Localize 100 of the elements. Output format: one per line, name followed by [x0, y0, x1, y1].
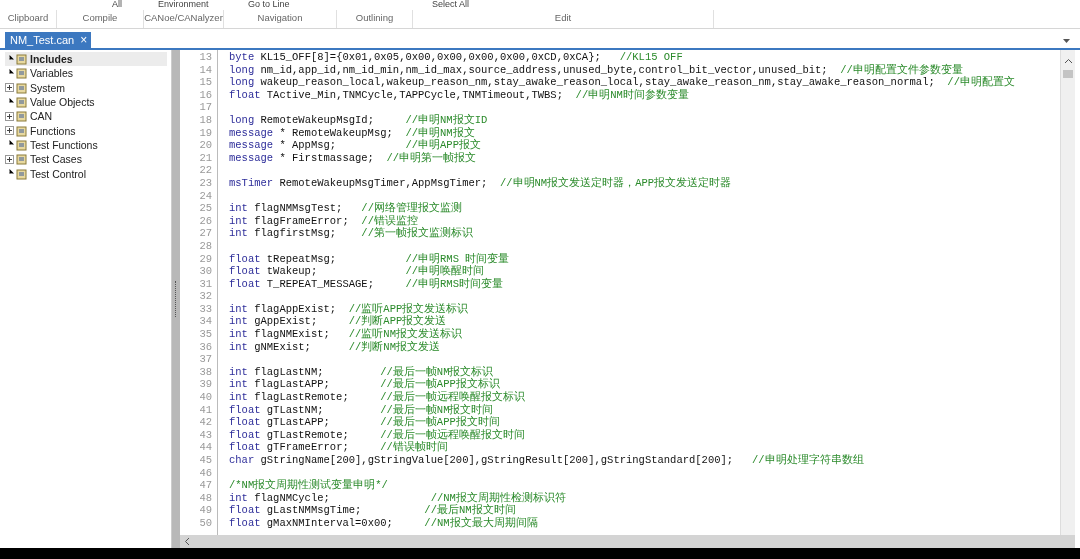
node-icon — [16, 53, 28, 66]
code-comment: //网络管理报文监测 — [361, 202, 462, 215]
code-text: flagLastRemote; — [253, 391, 350, 404]
code-keyword: float — [229, 277, 261, 290]
node-icon — [16, 110, 28, 123]
code-comment: //最后一帧APP报文标识 — [380, 378, 500, 391]
code-keyword: float — [229, 428, 261, 441]
code-keyword: float — [229, 252, 261, 265]
code-comment: //错误帧时间 — [380, 441, 448, 454]
dropdown-caret-icon[interactable] — [1063, 39, 1070, 43]
expand-icon[interactable] — [5, 126, 14, 136]
code-text: flagAppExist; — [253, 302, 338, 315]
code-comment: /*NM报文周期性测试变量申明*/ — [229, 479, 388, 492]
line-number: 15 — [198, 76, 213, 89]
tree-item[interactable]: Value Objects — [5, 94, 167, 110]
code-comment: //监听APP报文发送标识 — [348, 302, 469, 315]
line-number: 29 — [198, 252, 213, 266]
code-text: gTFrameError; — [265, 441, 350, 454]
line-number: 42 — [198, 416, 213, 429]
expand-icon[interactable] — [5, 83, 14, 93]
line-number: 35 — [198, 328, 213, 341]
code-comment: //错误监控 — [361, 214, 418, 227]
tree-item[interactable]: Test Cases — [5, 152, 167, 167]
code-comment: //判断APP报文发送 — [348, 315, 447, 328]
tree-item[interactable]: Test Control — [5, 166, 167, 181]
line-number: 25 — [198, 202, 213, 215]
node-icon — [16, 153, 28, 166]
code-text: * Firstmassage; — [278, 151, 375, 164]
tree-item[interactable]: System — [5, 80, 167, 95]
code-text: gLastNMMsgTime; — [265, 504, 363, 517]
code-keyword: message — [229, 139, 274, 152]
code-comment: //申明NM报文ID — [405, 113, 488, 126]
code-keyword: int — [229, 378, 248, 391]
code-keyword: float — [229, 88, 261, 101]
code-keyword: int — [229, 315, 248, 328]
tree-item[interactable]: Functions — [5, 123, 167, 138]
line-number: 26 — [198, 214, 213, 228]
file-tab[interactable]: NM_Test.can × — [5, 32, 92, 48]
ribbon-button[interactable]: Select All — [432, 0, 470, 9]
ribbon-group-label: CANoe/CANalyzer — [144, 10, 224, 28]
code-text: flagNMCycle; — [253, 491, 331, 504]
line-number: 44 — [198, 441, 213, 454]
close-icon[interactable]: × — [80, 34, 88, 46]
splitter-handle[interactable] — [172, 50, 180, 548]
code-comment: //最后NM报文时间 — [424, 504, 516, 517]
code-text: flagNMMsgTest; — [253, 202, 344, 215]
code-comment: //申明第一帧报文 — [386, 151, 477, 164]
code-text: gTLastAPP; — [265, 416, 331, 429]
code-text: gAppExist; — [253, 315, 319, 328]
line-number: 49 — [198, 504, 213, 517]
code-keyword: float — [229, 403, 261, 416]
node-icon — [16, 96, 28, 109]
code-keyword: float — [229, 516, 261, 529]
code-keyword: message — [229, 126, 274, 139]
line-number: 32 — [198, 290, 213, 303]
vertical-scrollbar[interactable] — [1060, 50, 1075, 535]
scroll-up-icon[interactable] — [1063, 58, 1073, 64]
expand-icon[interactable] — [5, 154, 14, 164]
tree-item[interactable]: Variables — [5, 66, 167, 81]
ribbon-group-label: Edit — [413, 10, 714, 28]
line-number: 47 — [198, 479, 213, 492]
node-icon — [16, 81, 28, 94]
horizontal-scrollbar[interactable] — [180, 535, 1075, 548]
code-text: tRepeatMsg; — [265, 252, 338, 265]
node-icon — [16, 167, 28, 180]
tree-item[interactable]: Includes — [5, 52, 167, 67]
code-keyword: message — [229, 151, 274, 164]
code-text: RemoteWakeupMsgTimer,AppMsgTimer; — [278, 176, 489, 189]
line-number: 37 — [198, 353, 213, 366]
scroll-left-icon[interactable] — [184, 537, 190, 546]
line-number: 34 — [198, 315, 213, 329]
code-comment: //申明配置文 — [947, 76, 1015, 89]
line-number: 13 — [198, 51, 213, 64]
line-number: 28 — [198, 239, 213, 253]
line-number: 50 — [198, 516, 213, 530]
code-comment: //最后一帧NM报文时间 — [380, 403, 494, 416]
tree-item[interactable]: Test Functions — [5, 137, 167, 153]
ribbon-group-label: Outlining — [337, 10, 413, 28]
code-text: TActive_Min,TNMCycle,TAPPCycle,TNMTimeout,TWBS; — [265, 88, 564, 101]
code-keyword: long — [229, 63, 255, 76]
ribbon-button[interactable]: All — [112, 0, 122, 9]
code-comment: //申明APP报文 — [405, 139, 481, 152]
code-text: * RemoteWakeupMsg; — [278, 126, 394, 139]
code-comment: //NM报文最大周期间隔 — [424, 516, 538, 529]
line-number: 14 — [198, 63, 213, 77]
code-text: flagLastNM; — [253, 365, 325, 378]
line-number: 41 — [198, 403, 213, 417]
ribbon-button[interactable]: Go to Line — [248, 0, 290, 9]
line-number: 46 — [198, 466, 213, 480]
code-comment: //申明NM报文 — [405, 126, 475, 139]
tree-item[interactable]: CAN — [5, 109, 167, 124]
code-keyword: float — [229, 416, 261, 429]
code-comment: //第一帧报文监测标识 — [361, 227, 473, 240]
scroll-thumb[interactable] — [1063, 70, 1073, 78]
expand-icon[interactable] — [5, 111, 14, 121]
code-keyword: int — [229, 365, 248, 378]
code-comment: //最后一帧APP报文时间 — [380, 416, 500, 429]
code-keyword: float — [229, 441, 261, 454]
line-number: 23 — [198, 176, 213, 190]
ribbon-button[interactable]: Environment — [158, 0, 209, 9]
